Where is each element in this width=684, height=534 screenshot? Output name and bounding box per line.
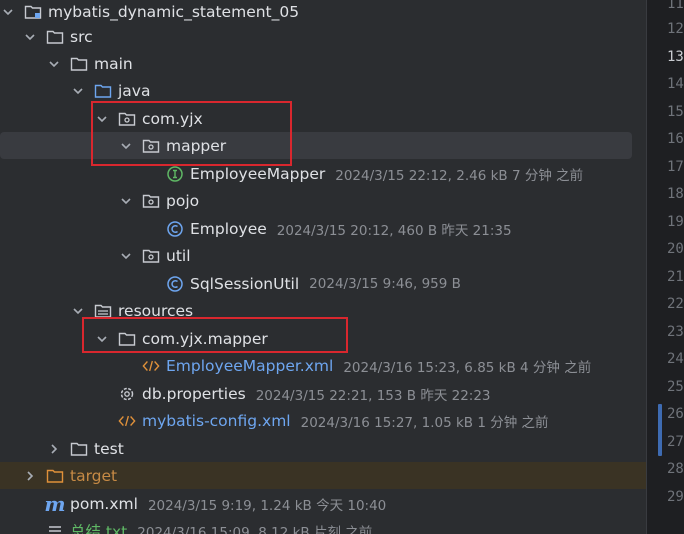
tree-row-test[interactable]: test xyxy=(0,435,646,462)
file-meta: 2024/3/15 22:21, 153 B 昨天 22:23 xyxy=(255,387,491,404)
file-meta: 2024/3/16 15:09, 8.12 kB 片刻 之前 xyxy=(137,524,373,534)
tree-row-target[interactable]: target xyxy=(0,462,646,489)
tree-row-src[interactable]: src xyxy=(0,23,646,50)
line-number: 16 xyxy=(667,131,684,147)
class-icon xyxy=(166,275,184,293)
tree-label: mybatis_dynamic_statement_05 xyxy=(48,2,300,21)
tree-label: java xyxy=(118,81,151,100)
tree-row-main[interactable]: main xyxy=(0,50,646,77)
line-number: 28 xyxy=(667,461,684,477)
line-number-active: 13 xyxy=(667,49,684,65)
tree-label: SqlSessionUtil xyxy=(190,274,300,293)
package-icon xyxy=(142,192,160,210)
line-number: 23 xyxy=(667,324,684,340)
tree-row-project-root[interactable]: mybatis_dynamic_statement_05 xyxy=(0,0,646,25)
tree-label: src xyxy=(70,27,93,46)
tree-row-pojo[interactable]: pojo xyxy=(0,187,646,214)
tree-row-employee[interactable]: Employee 2024/3/15 20:12, 460 B 昨天 21:35 xyxy=(0,215,646,242)
class-icon xyxy=(166,220,184,238)
tree-row-db-properties[interactable]: db.properties 2024/3/15 22:21, 153 B 昨天 … xyxy=(0,380,646,407)
tree-label: EmployeeMapper.xml xyxy=(166,356,334,375)
tree-label: mybatis-config.xml xyxy=(142,411,291,430)
text-file-icon xyxy=(46,522,64,534)
file-meta: 2024/3/15 9:46, 959 B xyxy=(309,275,461,292)
xml-icon xyxy=(142,357,160,375)
tree-label: pojo xyxy=(166,191,200,210)
tree-label: EmployeeMapper xyxy=(190,164,326,183)
chevron-down-icon[interactable] xyxy=(118,250,134,262)
chevron-down-icon[interactable] xyxy=(0,6,16,18)
folder-icon xyxy=(70,440,88,458)
tree-row-pom[interactable]: m pom.xml 2024/3/15 9:19, 1.24 kB 今天 10:… xyxy=(0,490,646,517)
tree-row-mybatis-config[interactable]: mybatis-config.xml 2024/3/16 15:27, 1.05… xyxy=(0,407,646,434)
line-number: 27 xyxy=(667,434,684,450)
chevron-right-icon[interactable] xyxy=(22,470,38,482)
line-number: 26 xyxy=(667,406,684,422)
line-number: 12 xyxy=(667,21,684,37)
folder-icon xyxy=(46,28,64,46)
file-meta: 2024/3/15 22:12, 2.46 kB 7 分钟 之前 xyxy=(335,167,584,184)
xml-icon xyxy=(118,412,136,430)
tree-label: Employee xyxy=(190,219,267,238)
file-meta: 2024/3/16 15:27, 1.05 kB 1 分钟 之前 xyxy=(300,414,549,431)
line-number: 15 xyxy=(667,104,684,120)
line-number: 19 xyxy=(667,214,684,230)
module-folder-icon xyxy=(24,3,42,21)
line-number: 17 xyxy=(667,159,684,175)
package-icon xyxy=(142,247,160,265)
line-number: 21 xyxy=(667,269,684,285)
excluded-folder-icon xyxy=(46,467,64,485)
file-meta: 2024/3/15 9:19, 1.24 kB 今天 10:40 xyxy=(147,497,387,514)
highlight-box-java-package xyxy=(91,101,292,166)
file-meta: 2024/3/16 15:23, 6.85 kB 4 分钟 之前 xyxy=(343,359,592,376)
tree-label: target xyxy=(70,466,118,485)
chevron-down-icon[interactable] xyxy=(118,195,134,207)
tree-row-employee-mapper-xml[interactable]: EmployeeMapper.xml 2024/3/16 15:23, 6.85… xyxy=(0,352,646,379)
source-root-folder-icon xyxy=(94,82,112,100)
line-number: 11 xyxy=(667,0,684,12)
editor-gutter: 11 12 13 14 15 16 17 18 19 20 21 22 23 2… xyxy=(646,0,684,534)
line-number: 18 xyxy=(667,186,684,202)
line-number: 22 xyxy=(667,296,684,312)
chevron-down-icon[interactable] xyxy=(70,305,86,317)
line-number: 20 xyxy=(667,241,684,257)
line-number: 29 xyxy=(667,489,684,505)
tree-row-util[interactable]: util xyxy=(0,242,646,269)
tree-label: 总结.txt xyxy=(70,522,128,534)
tree-row-summary-txt[interactable]: 总结.txt 2024/3/16 15:09, 8.12 kB 片刻 之前 xyxy=(0,517,646,534)
maven-icon: m xyxy=(44,491,66,516)
chevron-down-icon[interactable] xyxy=(70,85,86,97)
tree-label: db.properties xyxy=(142,384,246,403)
tree-label: util xyxy=(166,246,191,265)
tree-label: main xyxy=(94,54,133,73)
tree-row-java[interactable]: java xyxy=(0,77,646,104)
chevron-right-icon[interactable] xyxy=(46,443,62,455)
file-meta: 2024/3/15 20:12, 460 B 昨天 21:35 xyxy=(276,222,512,239)
chevron-down-icon[interactable] xyxy=(22,31,38,43)
tree-label: pom.xml xyxy=(70,494,138,513)
folder-icon xyxy=(70,55,88,73)
interface-icon xyxy=(166,165,184,183)
tree-label: test xyxy=(94,439,124,458)
highlight-box-resources-package xyxy=(82,317,348,353)
project-tree: mybatis_dynamic_statement_05 src main ja… xyxy=(0,0,646,534)
tree-row-sqlsessionutil[interactable]: SqlSessionUtil 2024/3/15 9:46, 959 B xyxy=(0,270,646,297)
line-number: 25 xyxy=(667,379,684,395)
chevron-down-icon[interactable] xyxy=(46,58,62,70)
vcs-change-marker[interactable] xyxy=(658,404,662,456)
line-number: 14 xyxy=(667,76,684,92)
properties-icon xyxy=(118,385,136,403)
line-number: 24 xyxy=(667,351,684,367)
